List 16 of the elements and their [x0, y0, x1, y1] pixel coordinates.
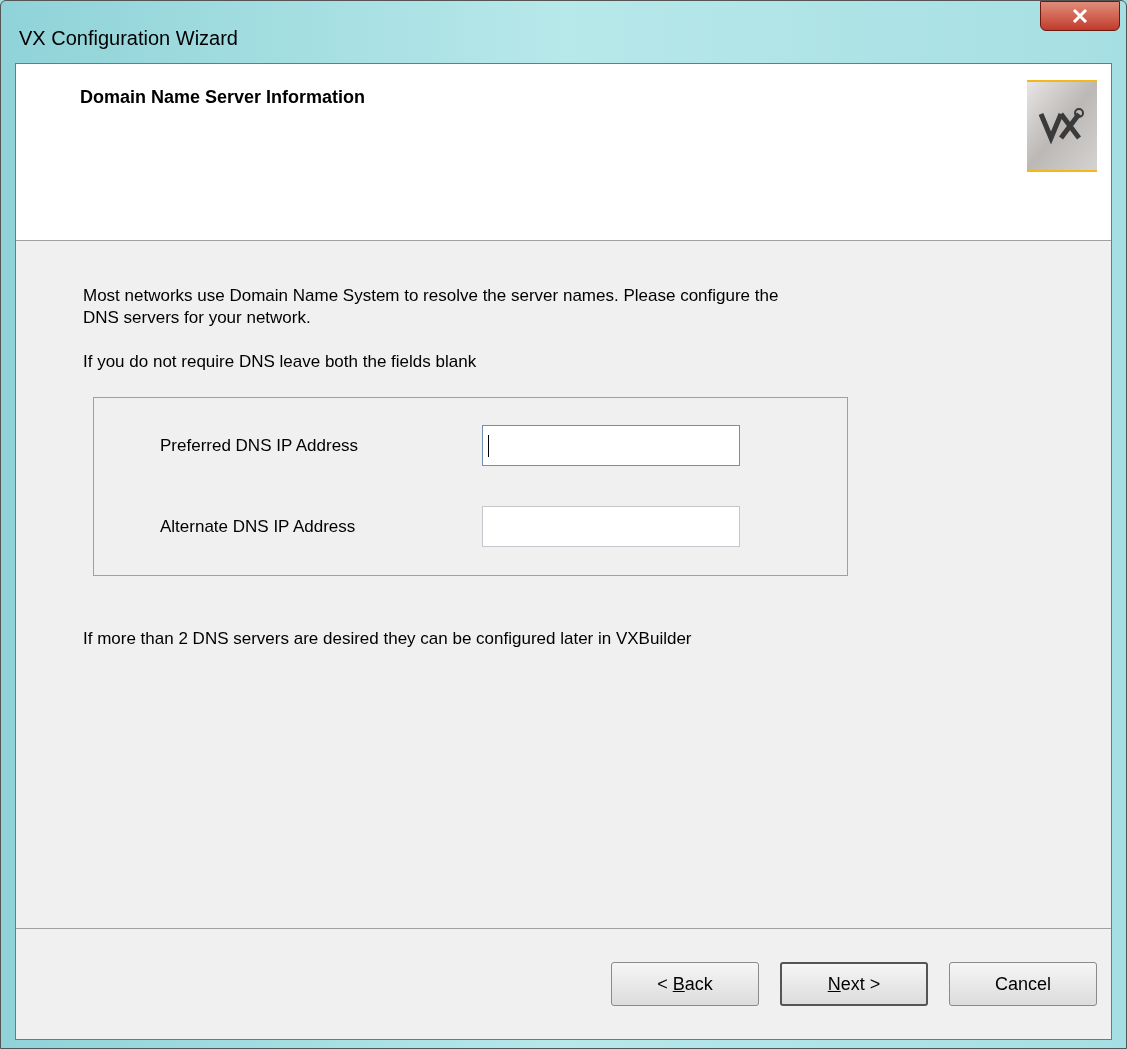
close-icon	[1072, 9, 1088, 23]
window-title: VX Configuration Wizard	[19, 26, 238, 51]
wizard-button[interactable]: < Back	[611, 962, 759, 1006]
input-field[interactable]	[482, 506, 740, 547]
page-title: Domain Name Server Information	[80, 86, 366, 109]
input-field[interactable]	[482, 425, 740, 466]
wizard-button[interactable]: Cancel	[949, 962, 1097, 1006]
field-label: Preferred DNS IP Address	[160, 434, 360, 457]
text-cursor	[488, 434, 489, 457]
wizard-button[interactable]: Next >	[780, 962, 928, 1006]
note-text: If more than 2 DNS servers are desired they can be configured later in VXBuilder	[83, 627, 693, 650]
field-label: Alternate DNS IP Address	[160, 515, 357, 538]
close-button[interactable]	[1040, 1, 1120, 31]
instruction-text: If you do not require DNS leave both the fields blank	[83, 351, 478, 373]
instruction-text: Most networks use Domain Name System to resolve the server names. Please configure the DNS servers for your network.	[83, 285, 780, 329]
wrench-logo-icon	[1039, 108, 1085, 144]
